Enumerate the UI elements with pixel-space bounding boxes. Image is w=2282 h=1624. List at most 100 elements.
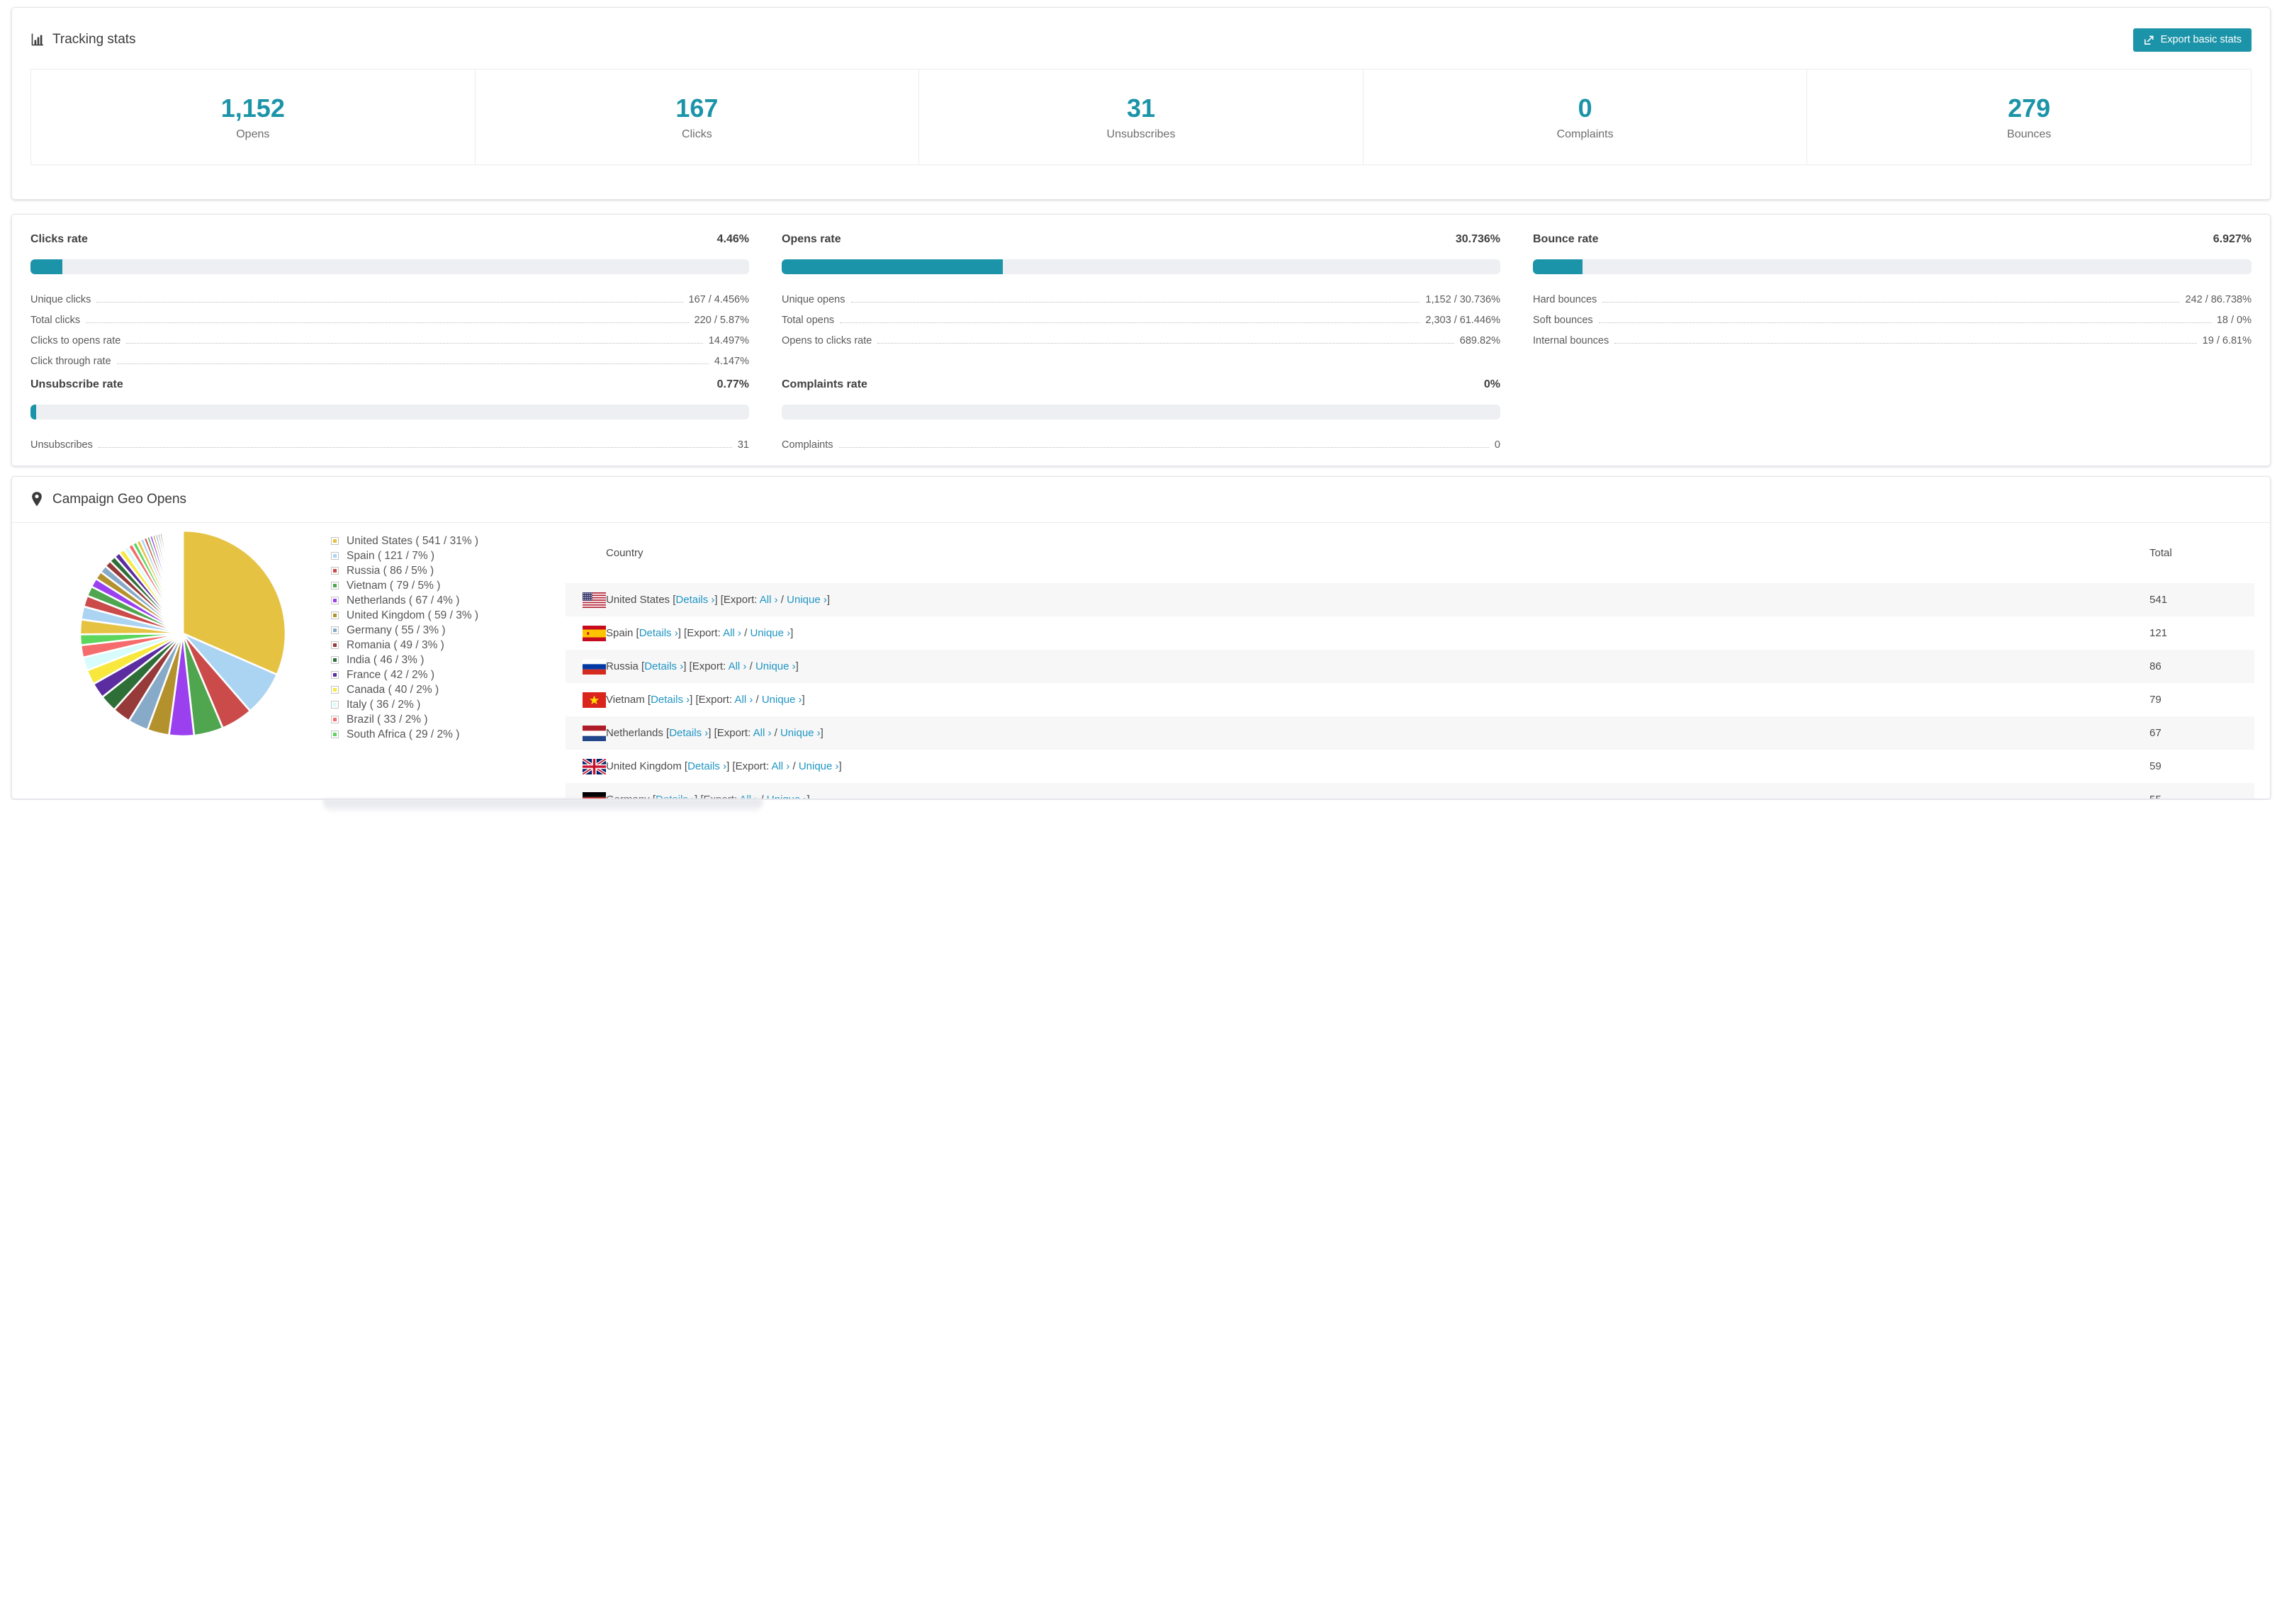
country-cell: Vietnam [Details ›] [Export: All › / Uni… — [606, 694, 2149, 706]
stat-value: 0 — [1578, 93, 1592, 123]
legend-label: United Kingdom ( 59 / 3% ) — [347, 609, 479, 621]
dotted-leader — [877, 343, 1454, 344]
progress-bar-track — [782, 259, 1500, 274]
details-link[interactable]: Details › — [639, 627, 678, 639]
stat-value: 279 — [2008, 93, 2051, 123]
details-link[interactable]: Details › — [656, 794, 695, 799]
legend-color-swatch — [331, 716, 339, 723]
legend-item[interactable]: Netherlands ( 67 / 4% ) — [331, 593, 478, 608]
bracket-text: ] — [826, 594, 831, 606]
dotted-leader — [840, 322, 1420, 323]
legend-item[interactable]: South Africa ( 29 / 2% ) — [331, 727, 478, 742]
export-unique-link[interactable]: Unique › — [787, 594, 827, 606]
table-row-de: Germany [Details ›] [Export: All › / Uni… — [566, 783, 2254, 799]
legend-label: Germany ( 55 / 3% ) — [347, 624, 446, 636]
legend-item[interactable]: United States ( 541 / 31% ) — [331, 534, 478, 548]
country-name: Spain [ — [606, 627, 639, 639]
stat-value: 1,152 — [220, 93, 285, 123]
legend-item[interactable]: Germany ( 55 / 3% ) — [331, 623, 478, 638]
rate-stat-row: Unsubscribes 31 — [30, 430, 749, 451]
rate-value: 4.46% — [716, 233, 749, 245]
progress-bar-track — [1533, 259, 2252, 274]
stat-label: Bounces — [2007, 128, 2052, 140]
table-row-gb: United Kingdom [Details ›] [Export: All … — [566, 750, 2254, 783]
legend-item[interactable]: Spain ( 121 / 7% ) — [331, 548, 478, 563]
total-cell: 541 — [2149, 594, 2168, 606]
rates-card: Clicks rate 4.46% Unique clicks 167 / 4.456… — [11, 214, 2271, 466]
rate-stat-row: Complaints 0 — [782, 430, 1500, 451]
export-basic-stats-button[interactable]: Export basic stats — [2132, 28, 2252, 52]
legend-item[interactable]: India ( 46 / 3% ) — [331, 653, 478, 667]
total-cell: 79 — [2149, 694, 2162, 706]
export-unique-link[interactable]: Unique › — [750, 627, 790, 639]
bracket-text: ] — [802, 694, 805, 706]
legend-item[interactable]: Romania ( 49 / 3% ) — [331, 638, 478, 653]
legend-item[interactable]: France ( 42 / 2% ) — [331, 667, 478, 682]
export-unique-link[interactable]: Unique › — [762, 694, 802, 706]
dotted-leader — [1598, 322, 2211, 323]
rate-stat-value: 19 / 6.81% — [2202, 335, 2252, 346]
legend-label: United States ( 541 / 31% ) — [347, 534, 479, 547]
dotted-leader — [98, 447, 732, 448]
dotted-leader — [126, 343, 703, 344]
export-unique-link[interactable]: Unique › — [780, 727, 821, 739]
progress-bar-fill — [30, 259, 63, 274]
separator-text: / — [758, 794, 767, 799]
separator-text: / — [771, 727, 780, 739]
legend-color-swatch — [331, 537, 339, 545]
export-all-link[interactable]: All › — [723, 627, 741, 639]
summary-stat-box: 31 Unsubscribes — [918, 69, 1364, 165]
export-unique-link[interactable]: Unique › — [767, 794, 807, 799]
rate-stat-value: 242 / 86.738% — [2185, 294, 2252, 305]
geo-opens-pie-chart[interactable] — [78, 529, 288, 738]
bracket-text: ] — [795, 660, 799, 672]
export-all-link[interactable]: All › — [771, 760, 789, 772]
details-link[interactable]: Details › — [669, 727, 708, 739]
legend-color-swatch — [331, 701, 339, 709]
details-link[interactable]: Details › — [651, 694, 690, 706]
rate-stat-value: 0 — [1494, 439, 1500, 451]
legend-label: Brazil ( 33 / 2% ) — [347, 713, 428, 726]
export-icon — [2143, 34, 2155, 46]
geo-content: United States ( 541 / 31% ) Spain ( 121 /… — [12, 523, 2270, 799]
total-cell: 55 — [2149, 794, 2254, 799]
legend-item[interactable]: Italy ( 36 / 2% ) — [331, 697, 478, 712]
rate-rows: Unique opens 1,152 / 30.736% Total opens 2,… — [782, 285, 1500, 346]
pie-legend: United States ( 541 / 31% ) Spain ( 121 /… — [331, 534, 478, 742]
tracking-stats-title: Tracking stats — [30, 32, 136, 47]
rate-stat-row: Clicks to opens rate 14.497% — [30, 326, 749, 346]
table-row-nl: Netherlands [Details ›] [Export: All › /… — [566, 716, 2254, 750]
legend-color-swatch — [331, 567, 339, 575]
export-all-link[interactable]: All › — [734, 694, 753, 706]
legend-color-swatch — [331, 552, 339, 560]
tracking-stats-header: Tracking stats Export basic stats — [12, 8, 2270, 56]
country-name: Russia [ — [606, 660, 645, 672]
legend-item[interactable]: Canada ( 40 / 2% ) — [331, 682, 478, 697]
bracket-text: ] [Export: — [708, 727, 753, 739]
rate-panel-complaints: Complaints rate 0% Complaints 0 — [782, 378, 1500, 451]
export-all-link[interactable]: All › — [729, 660, 747, 672]
rate-stat-value: 14.497% — [708, 335, 749, 346]
export-all-link[interactable]: All › — [753, 727, 772, 739]
details-link[interactable]: Details › — [675, 594, 714, 606]
us-flag-icon — [574, 592, 606, 608]
rate-value: 0% — [1483, 378, 1500, 390]
legend-item[interactable]: Brazil ( 33 / 2% ) — [331, 712, 478, 727]
rate-value: 30.736% — [1455, 233, 1500, 245]
de-flag-icon — [574, 791, 606, 799]
legend-label: India ( 46 / 3% ) — [347, 653, 425, 666]
legend-item[interactable]: Russia ( 86 / 5% ) — [331, 563, 478, 578]
legend-item[interactable]: Vietnam ( 79 / 5% ) — [331, 578, 478, 593]
stat-value: 31 — [1126, 93, 1155, 123]
legend-item[interactable]: United Kingdom ( 59 / 3% ) — [331, 608, 478, 623]
export-unique-link[interactable]: Unique › — [799, 760, 839, 772]
details-link[interactable]: Details › — [644, 660, 683, 672]
details-link[interactable]: Details › — [687, 760, 726, 772]
table-row-ru: Russia [Details ›] [Export: All › / Uniq… — [566, 650, 2254, 683]
export-unique-link[interactable]: Unique › — [755, 660, 796, 672]
pie-slice[interactable] — [181, 529, 184, 634]
export-all-link[interactable]: All › — [739, 794, 758, 799]
rate-panel-header: Complaints rate 0% — [782, 378, 1500, 394]
separator-text: / — [741, 627, 751, 639]
export-all-link[interactable]: All › — [760, 594, 778, 606]
